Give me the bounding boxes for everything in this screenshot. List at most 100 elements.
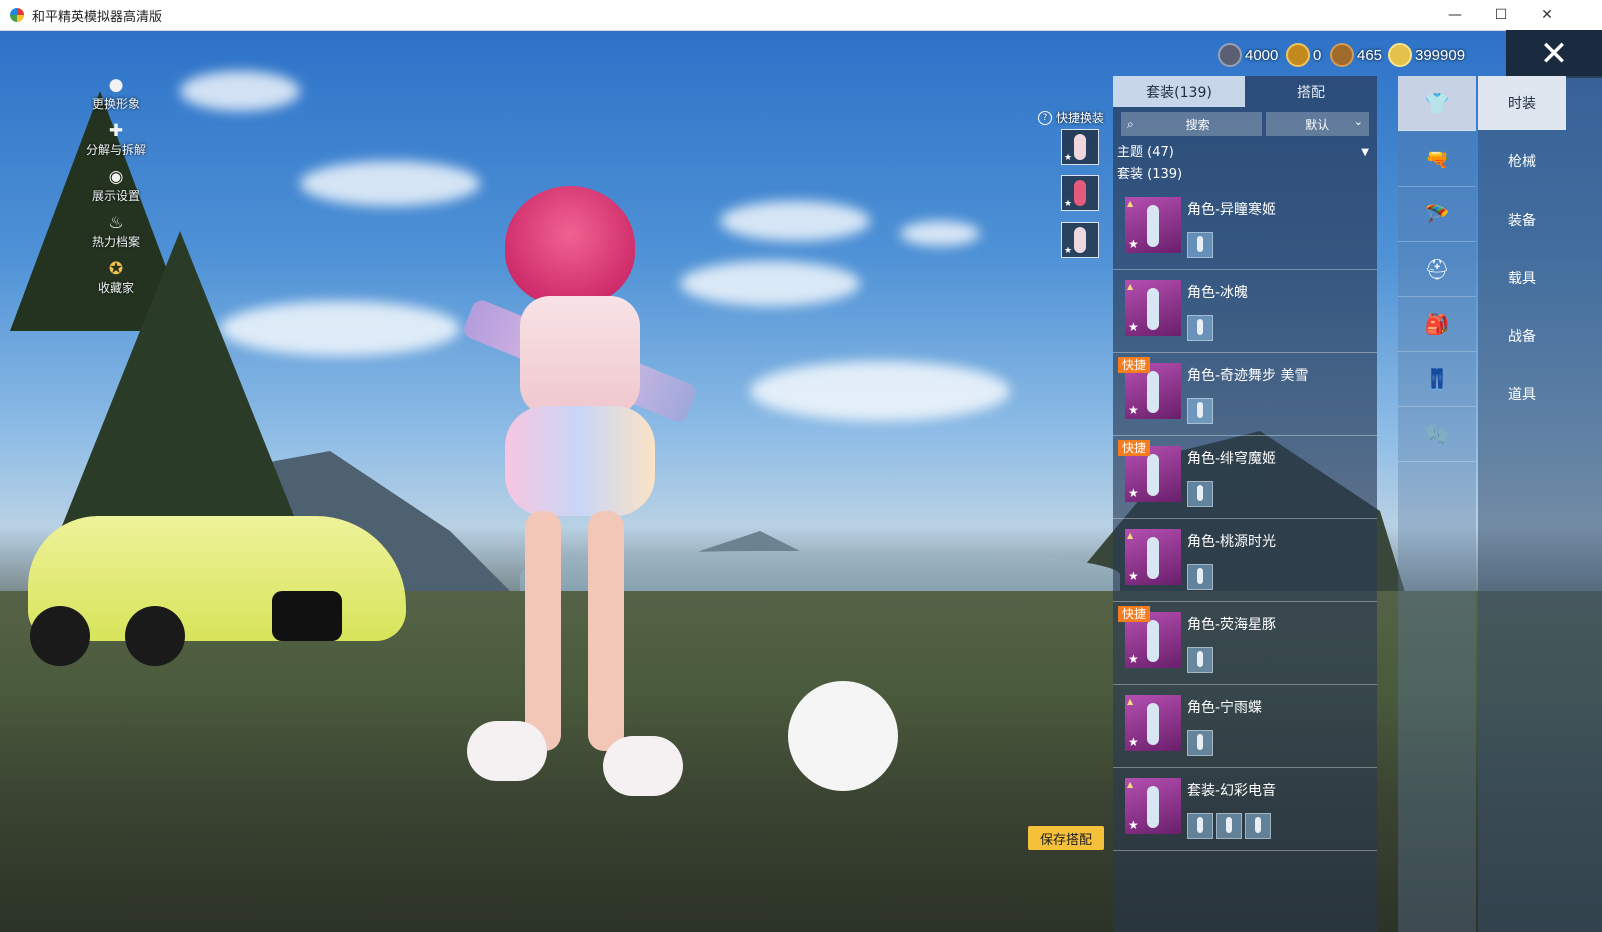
outfit-part-thumbnail[interactable] — [1245, 813, 1271, 839]
quick-swap-slot[interactable]: ★ — [1061, 129, 1099, 165]
heat-archive-button[interactable]: ♨ 热力档案 — [76, 213, 156, 259]
outfit-list-item[interactable]: ▲ ★ 角色-宁雨蝶 — [1113, 685, 1377, 768]
gun-icon[interactable]: 🔫 — [1398, 132, 1476, 187]
sort-dropdown[interactable]: 默认 ⌄ — [1265, 112, 1369, 136]
category-combat-gear[interactable]: 战备 — [1478, 309, 1566, 363]
outfit-part-thumbnail[interactable] — [1187, 813, 1213, 839]
currency-value: 0 — [1313, 46, 1322, 64]
quick-swap-slot[interactable]: ★ — [1061, 175, 1099, 211]
outfit-figure-icon — [1197, 568, 1203, 584]
glove-icon[interactable]: 🧤 — [1398, 407, 1476, 462]
display-settings-button[interactable]: ◉ 展示设置 — [76, 167, 156, 213]
tab-suits[interactable]: 套装(139) — [1113, 76, 1245, 107]
change-avatar-button[interactable]: ● 更换形象 — [76, 75, 156, 121]
helmet-icon[interactable]: ⛑ — [1398, 242, 1476, 297]
disassemble-label: 分解与拆解 — [85, 143, 146, 157]
theme-filter[interactable]: 主题 (47) ▼ — [1113, 142, 1377, 164]
cloud — [180, 71, 300, 111]
outfit-part-thumbnail[interactable] — [1216, 813, 1242, 839]
category-firearms[interactable]: 枪械 — [1478, 134, 1566, 188]
rank-icon: ▲ — [1127, 780, 1134, 789]
outfit-part-thumbnail[interactable] — [1187, 481, 1213, 507]
outfit-list-panel: 套装(139) 搭配 ⌕ 搜索 默认 ⌄ 主题 (47) ▼ 套装 (139) … — [1113, 76, 1377, 932]
backpack-icon[interactable]: 🎒 — [1398, 297, 1476, 352]
outfit-figure-icon — [1074, 180, 1086, 206]
outfit-part-thumbnail[interactable] — [1187, 730, 1213, 756]
quick-badge: 快捷 — [1118, 606, 1151, 622]
outfit-list-item[interactable]: ▲ ★ 角色-异瞳寒姬 — [1113, 187, 1377, 270]
outfit-list-item[interactable]: ▲★快捷角色-荧海星豚 — [1113, 602, 1377, 685]
star-icon[interactable]: ★ — [1128, 652, 1139, 666]
outfit-figure-icon — [1226, 817, 1232, 833]
outfit-thumbnail: ▲★ — [1125, 197, 1181, 253]
outfit-part-thumbnail[interactable] — [1187, 232, 1213, 258]
close-wardrobe-button[interactable]: ✕ — [1506, 30, 1602, 78]
search-row: ⌕ 搜索 默认 ⌄ — [1121, 112, 1369, 136]
collector-label: 收藏家 — [97, 281, 134, 295]
character-hair — [505, 186, 635, 306]
outfit-list-item[interactable]: ▲★快捷角色-绯穹魔姬 — [1113, 436, 1377, 519]
maximize-button[interactable]: ☐ — [1478, 0, 1524, 30]
currency-value: 399909 — [1415, 46, 1466, 64]
star-icon[interactable]: ★ — [1128, 818, 1139, 832]
collector-button[interactable]: ✪ 收藏家 — [76, 259, 156, 305]
outfit-icon[interactable]: 👕 — [1398, 76, 1476, 131]
outfit-list-item[interactable]: ▲ ★ 角色-冰魄 — [1113, 270, 1377, 353]
flame-icon: ♨ — [108, 213, 124, 233]
outfit-part-thumbnail[interactable] — [1187, 647, 1213, 673]
outfit-figure-icon — [1255, 817, 1261, 833]
quick-badge: 快捷 — [1118, 440, 1151, 456]
disassemble-button[interactable]: ✚ 分解与拆解 — [76, 121, 156, 167]
outfit-figure-icon — [1197, 651, 1203, 667]
rank-icon: ▲ — [1127, 697, 1134, 706]
outfit-part-thumbnail[interactable] — [1187, 315, 1213, 341]
outfit-figure-icon — [1147, 371, 1159, 413]
minimize-button[interactable]: — — [1432, 0, 1478, 30]
category-vehicles[interactable]: 载具 — [1478, 251, 1566, 305]
window-title: 和平精英模拟器高清版 — [32, 9, 163, 25]
category-equipment[interactable]: 装备 — [1478, 193, 1566, 247]
star-icon[interactable]: ★ — [1128, 403, 1139, 417]
outfit-name: 角色-奇迹舞步 美雪 — [1187, 368, 1309, 384]
currency-value: 465 — [1357, 46, 1383, 64]
close-window-button[interactable]: ✕ — [1524, 0, 1570, 30]
star-icon: ★ — [1064, 199, 1073, 209]
quick-swap-slot[interactable]: ★ — [1061, 222, 1099, 258]
outfit-list-item[interactable]: ▲ ★ 套装-幻彩电音 — [1113, 768, 1377, 851]
pants-icon[interactable]: 👖 — [1398, 352, 1476, 407]
currency-bronze: 465 — [1330, 43, 1382, 67]
outfit-list-item[interactable]: ▲★快捷角色-奇迹舞步 美雪 — [1113, 353, 1377, 436]
outfit-part-thumbnail[interactable] — [1187, 398, 1213, 424]
rank-icon: ▲ — [1127, 199, 1134, 208]
star-icon[interactable]: ★ — [1128, 237, 1139, 251]
save-combination-button[interactable]: 保存搭配 — [1028, 826, 1104, 850]
star-icon[interactable]: ★ — [1128, 486, 1139, 500]
outfit-thumbnail: ▲★ — [1125, 778, 1181, 834]
bunny-slipper — [603, 736, 683, 796]
tab-combination[interactable]: 搭配 — [1245, 76, 1377, 107]
search-placeholder: 搜索 — [1185, 117, 1210, 132]
outfit-thumbnail: ▲★ — [1125, 280, 1181, 336]
outfit-part-thumbnail[interactable] — [1187, 564, 1213, 590]
icon-subcategory-column: 👕 🔫 🪂 ⛑ 🎒 👖 🧤 — [1398, 76, 1476, 932]
app-icon — [10, 8, 24, 22]
outfit-list-item[interactable]: ▲ ★ 角色-桃源时光 — [1113, 519, 1377, 602]
category-fashion[interactable]: 时装 — [1478, 76, 1566, 130]
cloud — [300, 161, 480, 206]
quick-swap-header: ? 快捷换装 — [1038, 109, 1104, 126]
sort-value: 默认 — [1305, 117, 1330, 132]
outfit-figure-icon — [1147, 620, 1159, 662]
star-icon[interactable]: ★ — [1128, 735, 1139, 749]
search-input[interactable]: ⌕ 搜索 — [1121, 112, 1262, 136]
star-icon[interactable]: ★ — [1128, 320, 1139, 334]
category-items[interactable]: 道具 — [1478, 367, 1566, 421]
star-icon: ★ — [1064, 246, 1073, 256]
outfit-name: 角色-绯穹魔姬 — [1187, 451, 1277, 467]
star-icon[interactable]: ★ — [1128, 569, 1139, 583]
heat-archive-label: 热力档案 — [91, 235, 140, 249]
help-icon[interactable]: ? — [1038, 110, 1052, 125]
skydive-icon[interactable]: 🪂 — [1398, 187, 1476, 242]
outfit-thumbnail: ▲★ — [1125, 695, 1181, 751]
outfit-name: 角色-异瞳寒姬 — [1187, 202, 1277, 218]
window-title-bar: 和平精英模拟器高清版 — ☐ ✕ — [0, 0, 1602, 31]
